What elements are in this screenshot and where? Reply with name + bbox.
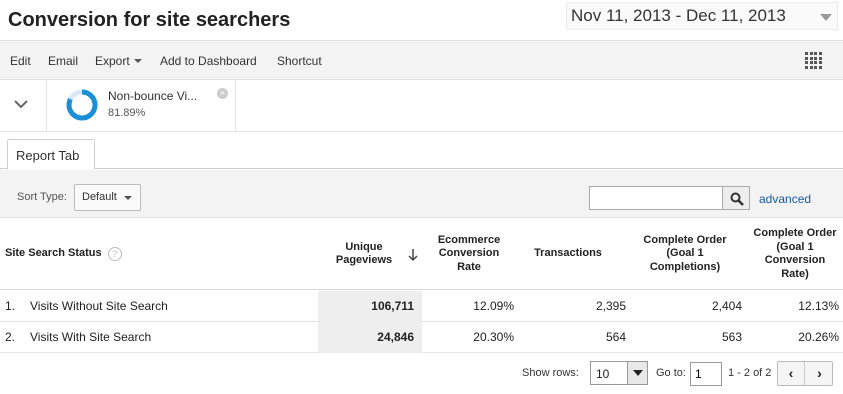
previous-page-button[interactable]: ‹	[778, 362, 805, 385]
column-header-unique-pageviews[interactable]: Unique Pageviews	[322, 218, 406, 290]
column-header-ecommerce-conversion-rate[interactable]: Ecommerce Conversion Rate	[426, 218, 512, 290]
close-icon[interactable]: ×	[217, 88, 228, 99]
cell-goal-completions: 2,404	[711, 299, 742, 313]
page-title: Conversion for site searchers	[8, 9, 291, 31]
cell-unique-pageviews: 106,711	[318, 291, 422, 322]
export-button[interactable]: Export	[95, 54, 142, 68]
page-range-text: 1 - 2 of 2	[728, 367, 772, 379]
sort-type-select[interactable]: Default	[74, 184, 141, 211]
shortcut-button[interactable]: Shortcut	[277, 54, 322, 68]
row-dimension-link[interactable]: Visits Without Site Search	[30, 291, 168, 322]
table-search-input[interactable]	[589, 186, 723, 210]
cell-unique-pageviews: 24,846	[318, 322, 422, 353]
show-rows-value: 10	[596, 367, 610, 381]
next-page-button[interactable]: ›	[806, 362, 833, 385]
scorecard-toggle[interactable]	[0, 80, 47, 132]
report-toolbar: Edit Email Export Add to Dashboard Short…	[0, 40, 843, 80]
help-icon[interactable]: ?	[107, 247, 122, 261]
tab-report[interactable]: Report Tab	[7, 139, 95, 170]
row-dimension-link[interactable]: Visits With Site Search	[30, 322, 151, 353]
cell-goal-completions: 563	[721, 330, 742, 344]
table-header: Site Search Status ? Unique Pageviews Ec…	[0, 218, 843, 290]
table-row: 1. Visits Without Site Search 106,711 12…	[0, 291, 843, 322]
cell-transactions: 564	[605, 330, 626, 344]
column-header-site-search-status[interactable]: Site Search Status ?	[5, 218, 185, 290]
sort-type-value: Default	[82, 191, 117, 203]
column-header-label: Site Search Status	[5, 247, 102, 260]
column-header-goal1-conversion-rate[interactable]: Complete Order (Goal 1 Conversion Rate)	[752, 218, 838, 290]
metric-card[interactable]: Non-bounce Vi... 81.89% ×	[48, 80, 236, 132]
caret-down-icon	[133, 59, 142, 63]
search-icon	[730, 192, 744, 206]
caret-down-icon	[124, 196, 132, 200]
cell-ecommerce-rate: 20.30%	[473, 330, 514, 344]
edit-button[interactable]: Edit	[10, 54, 31, 68]
date-range-picker[interactable]: Nov 11, 2013 - Dec 11, 2013	[566, 2, 838, 30]
show-rows-label: Show rows:	[522, 367, 579, 379]
title-bar: Conversion for site searchers Nov 11, 20…	[0, 0, 843, 40]
sort-type-label: Sort Type:	[17, 191, 67, 203]
advanced-filter-link[interactable]: advanced	[759, 192, 811, 206]
email-button[interactable]: Email	[48, 54, 78, 68]
page-nav-buttons: ‹ ›	[777, 361, 833, 386]
goto-label: Go to:	[656, 367, 686, 379]
add-to-dashboard-button[interactable]: Add to Dashboard	[160, 54, 257, 68]
goto-page-input[interactable]	[690, 362, 722, 386]
cell-goal-rate: 12.13%	[798, 299, 839, 313]
filter-bar: Sort Type: Default advanced	[0, 170, 843, 218]
tab-bar: Report Tab	[0, 132, 843, 170]
sort-descending-icon[interactable]	[407, 248, 419, 262]
metric-scorecard-row: Non-bounce Vi... 81.89% ×	[0, 80, 843, 132]
metric-name: Non-bounce Vi...	[108, 89, 198, 103]
column-header-goal1-completions[interactable]: Complete Order (Goal 1 Completions)	[633, 218, 737, 290]
cell-transactions: 2,395	[595, 299, 626, 313]
column-header-transactions[interactable]: Transactions	[524, 218, 612, 290]
cell-ecommerce-rate: 12.09%	[473, 299, 514, 313]
export-label: Export	[95, 54, 130, 68]
date-range-label: Nov 11, 2013 - Dec 11, 2013	[571, 6, 786, 25]
chevron-down-icon	[820, 14, 832, 21]
dropdown-arrow-icon	[627, 362, 647, 384]
view-grid-icon[interactable]	[805, 52, 823, 69]
show-rows-select[interactable]: 10	[590, 361, 648, 385]
table-row: 2. Visits With Site Search 24,846 20.30%…	[0, 322, 843, 353]
metric-value: 81.89%	[108, 107, 146, 119]
chevron-down-icon	[14, 100, 28, 109]
pagination-bar: Show rows: 10 Go to: 1 - 2 of 2 ‹ ›	[0, 354, 843, 394]
cell-goal-rate: 20.26%	[798, 330, 839, 344]
row-index: 2.	[5, 330, 16, 344]
search-button[interactable]	[722, 186, 750, 210]
donut-chart-icon	[66, 89, 98, 121]
row-index: 1.	[5, 299, 16, 313]
